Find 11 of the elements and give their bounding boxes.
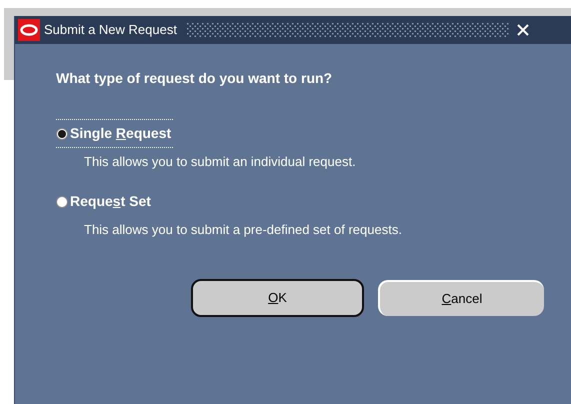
- window-title: Submit a New Request: [44, 21, 177, 40]
- dialog-button[interactable]: OK: [191, 279, 364, 317]
- app-logo-icon: [18, 19, 40, 41]
- close-icon[interactable]: [516, 24, 529, 36]
- grip-pattern-icon: [186, 23, 509, 37]
- option-description: This allows you to submit an individual request.: [83, 153, 357, 171]
- radio-option[interactable]: Single Request: [56, 119, 174, 148]
- option-description: This allows you to submit a pre-defined set of requests.: [83, 221, 403, 239]
- dialog-button[interactable]: Cancel: [378, 280, 544, 316]
- question-text: What type of request do you want to run?: [56, 69, 334, 88]
- radio-option[interactable]: Request Set: [56, 187, 153, 216]
